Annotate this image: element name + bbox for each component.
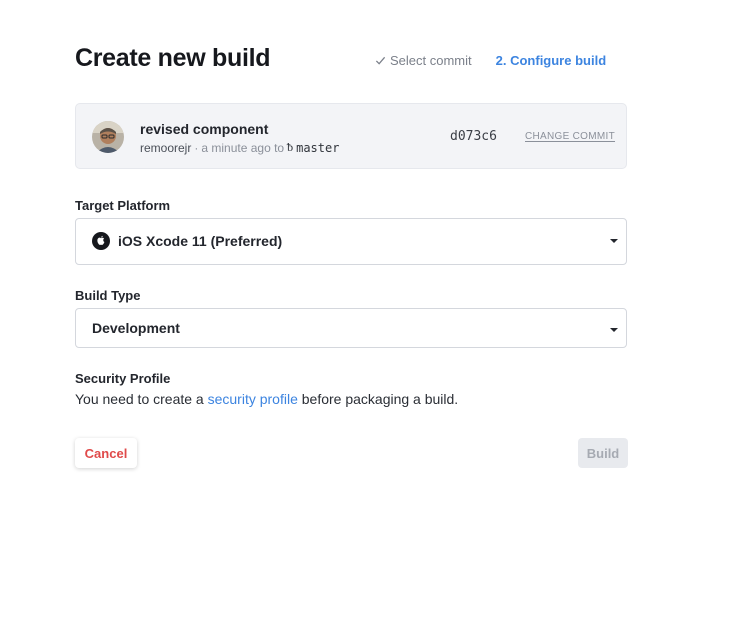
target-platform-value: iOS Xcode 11 (Preferred) [92, 232, 282, 250]
build-type-select[interactable]: Development [75, 308, 627, 348]
security-text-after: before packaging a build. [297, 391, 459, 407]
target-platform-label: Target Platform [75, 198, 171, 213]
build-button[interactable]: Build [578, 438, 628, 468]
security-profile-message: You need to create a security profile be… [75, 391, 458, 407]
step-select-commit-label: Select commit [390, 53, 472, 68]
meta-separator: · [194, 140, 199, 155]
commit-hash: d073c6 [450, 129, 497, 144]
chevron-down-icon [610, 239, 618, 243]
branch-icon: ᵬ [287, 140, 294, 154]
commit-card: revised component remoorejr · a minute a… [75, 103, 627, 169]
target-platform-select[interactable]: iOS Xcode 11 (Preferred) [75, 218, 627, 265]
step-configure-build[interactable]: 2. Configure build [496, 53, 607, 68]
chevron-down-icon [610, 328, 618, 332]
commit-time: a minute ago to [201, 140, 285, 155]
apple-icon [92, 232, 110, 250]
security-profile-link[interactable]: security profile [208, 391, 298, 407]
check-icon [375, 56, 386, 65]
security-profile-label: Security Profile [75, 371, 171, 386]
avatar [92, 121, 124, 153]
branch-name: master [296, 140, 340, 155]
commit-message: revised component [140, 121, 269, 137]
step-select-commit[interactable]: Select commit [375, 53, 472, 68]
build-type-label: Build Type [75, 288, 141, 303]
cancel-button[interactable]: Cancel [75, 438, 137, 468]
stepper: Select commit 2. Configure build [375, 53, 606, 68]
page-title: Create new build [75, 44, 271, 72]
change-commit-link[interactable]: CHANGE COMMIT [525, 131, 615, 142]
commit-author: remoorejr [140, 140, 192, 155]
commit-meta: remoorejr · a minute ago to ᵬ master [140, 140, 339, 155]
build-type-value: Development [92, 320, 180, 336]
security-text-before: You need to create a [75, 391, 208, 407]
target-platform-text: iOS Xcode 11 (Preferred) [118, 233, 283, 249]
